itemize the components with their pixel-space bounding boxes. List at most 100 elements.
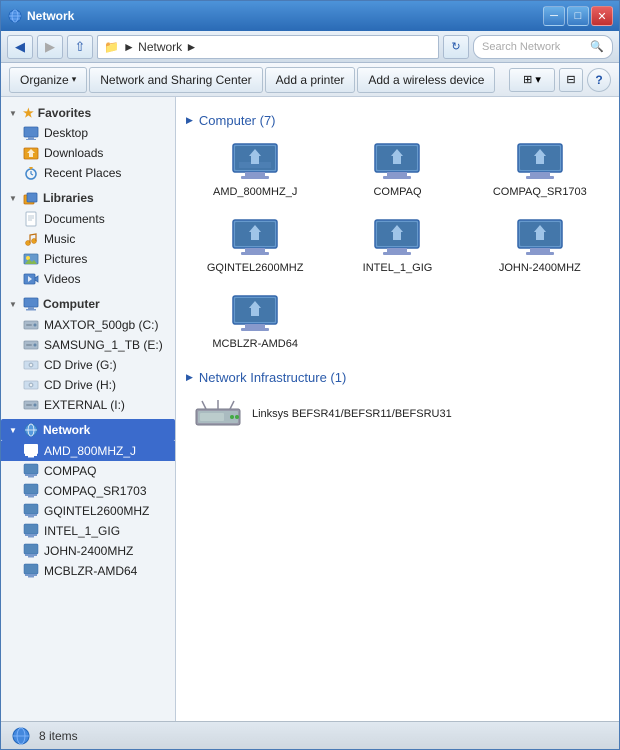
nav-item-john2400[interactable]: JOHN-2400MHZ xyxy=(1,541,175,561)
network-sharing-button[interactable]: Network and Sharing Center xyxy=(89,67,262,93)
refresh-button[interactable]: ↻ xyxy=(443,35,469,59)
nav-item-cdg[interactable]: CD Drive (G:) xyxy=(1,355,175,375)
close-button[interactable]: ✕ xyxy=(591,6,613,26)
network-header[interactable]: ▼ Network xyxy=(1,419,175,441)
samsung-label: SAMSUNG_1_TB (E:) xyxy=(44,338,163,352)
content-pane: Computer (7) AMD_800MHZ_J xyxy=(176,97,619,721)
favorites-arrow-icon: ▼ xyxy=(9,109,19,118)
compaq-sr1703-name: COMPAQ_SR1703 xyxy=(493,186,587,198)
samsung-drive-icon xyxy=(23,337,39,353)
nav-item-desktop[interactable]: Desktop xyxy=(1,123,175,143)
nav-item-music[interactable]: Music xyxy=(1,229,175,249)
favorites-section: ▼ ★ Favorites Desktop xyxy=(1,101,175,185)
forward-button[interactable]: ▶ xyxy=(37,35,63,59)
downloads-label: Downloads xyxy=(44,146,103,160)
add-wireless-button[interactable]: Add a wireless device xyxy=(357,67,495,93)
nav-item-maxtor[interactable]: MAXTOR_500gb (C:) xyxy=(1,315,175,335)
title-bar-left: Network xyxy=(7,8,74,24)
intel1gig-label: INTEL_1_GIG xyxy=(44,524,120,538)
computer-item-mcblzr[interactable]: MCBLZR-AMD64 xyxy=(186,286,324,358)
back-button[interactable]: ◀ xyxy=(7,35,33,59)
nav-item-external[interactable]: EXTERNAL (I:) xyxy=(1,395,175,415)
path-folder-icon: 📁 xyxy=(104,40,119,54)
add-printer-button[interactable]: Add a printer xyxy=(265,67,356,93)
computer-icon xyxy=(23,296,39,312)
network-device-linksys[interactable]: Linksys BEFSR41/BEFSR11/BEFSRU31 xyxy=(186,391,609,437)
desktop-label: Desktop xyxy=(44,126,88,140)
computer-item-intel1gig[interactable]: INTEL_1_GIG xyxy=(328,210,466,282)
intel1gig-icon xyxy=(23,523,39,539)
search-placeholder: Search Network xyxy=(482,41,560,53)
nav-item-videos[interactable]: Videos xyxy=(1,269,175,289)
computer-label: Computer xyxy=(43,297,100,311)
john2400-name: JOHN-2400MHZ xyxy=(499,262,581,274)
view-options-button[interactable]: ⊞ ▾ xyxy=(509,68,555,92)
maxtor-label: MAXTOR_500gb (C:) xyxy=(44,318,159,332)
organize-arrow-icon: ▾ xyxy=(72,74,77,85)
nav-item-mcblzr[interactable]: MCBLZR-AMD64 xyxy=(1,561,175,581)
libraries-icon xyxy=(23,190,39,206)
favorites-header[interactable]: ▼ ★ Favorites xyxy=(1,103,175,123)
up-button[interactable]: ⇧ xyxy=(67,35,93,59)
computer-item-compaq-sr1703[interactable]: COMPAQ_SR1703 xyxy=(471,134,609,206)
nav-item-compaq-sr1703[interactable]: COMPAQ_SR1703 xyxy=(1,481,175,501)
network-arrow-icon: ▼ xyxy=(9,426,19,435)
pane-toggle-button[interactable]: ⊟ xyxy=(559,68,583,92)
computer-arrow-icon: ▼ xyxy=(9,300,19,309)
status-text: 8 items xyxy=(39,729,78,743)
libraries-header[interactable]: ▼ Libraries xyxy=(1,187,175,209)
external-drive-icon xyxy=(23,397,39,413)
recent-places-icon xyxy=(23,165,39,181)
computer-item-amd800[interactable]: AMD_800MHZ_J xyxy=(186,134,324,206)
computer-grid: AMD_800MHZ_J COMPAQ xyxy=(186,134,609,358)
organize-button[interactable]: Organize ▾ xyxy=(9,67,87,93)
pictures-icon xyxy=(23,251,39,267)
nav-item-samsung[interactable]: SAMSUNG_1_TB (E:) xyxy=(1,335,175,355)
favorites-label: Favorites xyxy=(38,106,91,120)
mcblzr-monitor-icon xyxy=(231,294,279,334)
compaq-icon xyxy=(23,463,39,479)
desktop-icon xyxy=(23,125,39,141)
network-sharing-label: Network and Sharing Center xyxy=(100,73,251,87)
nav-item-amd800[interactable]: AMD_800MHZ_J xyxy=(1,441,175,461)
computer-header[interactable]: ▼ Computer xyxy=(1,293,175,315)
mcblzr-name: MCBLZR-AMD64 xyxy=(212,338,298,350)
minimize-button[interactable]: ─ xyxy=(543,6,565,26)
network-header-icon xyxy=(23,422,39,438)
nav-item-recent[interactable]: Recent Places xyxy=(1,163,175,183)
nav-item-compaq[interactable]: COMPAQ xyxy=(1,461,175,481)
amd800-icon xyxy=(23,443,39,459)
compaq-sr1703-monitor-icon xyxy=(516,142,564,182)
add-printer-label: Add a printer xyxy=(276,73,345,87)
gqintel-label: GQINTEL2600MHZ xyxy=(44,504,149,518)
gqintel-monitor-icon xyxy=(231,218,279,258)
nav-item-intel1gig[interactable]: INTEL_1_GIG xyxy=(1,521,175,541)
path-text: ► Network ► xyxy=(123,40,197,54)
help-button[interactable]: ? xyxy=(587,68,611,92)
nav-item-documents[interactable]: Documents xyxy=(1,209,175,229)
cd-h-icon xyxy=(23,377,39,393)
search-box[interactable]: Search Network 🔍 xyxy=(473,35,613,59)
address-path[interactable]: 📁 ► Network ► xyxy=(97,35,439,59)
computer-section: ▼ Computer MAXTOR_500gb (C:) xyxy=(1,291,175,417)
computer-item-john2400[interactable]: JOHN-2400MHZ xyxy=(471,210,609,282)
toolbar: Organize ▾ Network and Sharing Center Ad… xyxy=(1,63,619,97)
compaq-label: COMPAQ xyxy=(44,464,96,478)
maximize-button[interactable]: □ xyxy=(567,6,589,26)
nav-item-cdh[interactable]: CD Drive (H:) xyxy=(1,375,175,395)
computer-item-gqintel[interactable]: GQINTEL2600MHZ xyxy=(186,210,324,282)
documents-label: Documents xyxy=(44,212,105,226)
intel1gig-monitor-icon xyxy=(373,218,421,258)
computer-item-compaq[interactable]: COMPAQ xyxy=(328,134,466,206)
window-title: Network xyxy=(27,9,74,23)
nav-item-pictures[interactable]: Pictures xyxy=(1,249,175,269)
nav-pane: ▼ ★ Favorites Desktop xyxy=(1,97,176,721)
nav-item-downloads[interactable]: Downloads xyxy=(1,143,175,163)
computer-section-header: Computer (7) xyxy=(186,113,609,128)
videos-label: Videos xyxy=(44,272,80,286)
router-icon xyxy=(194,399,242,429)
status-bar: 8 items xyxy=(1,721,619,749)
window: Network ─ □ ✕ ◀ ▶ ⇧ 📁 ► Network ► ↻ Sear… xyxy=(0,0,620,750)
computer-section-label: Computer (7) xyxy=(199,113,276,128)
nav-item-gqintel[interactable]: GQINTEL2600MHZ xyxy=(1,501,175,521)
